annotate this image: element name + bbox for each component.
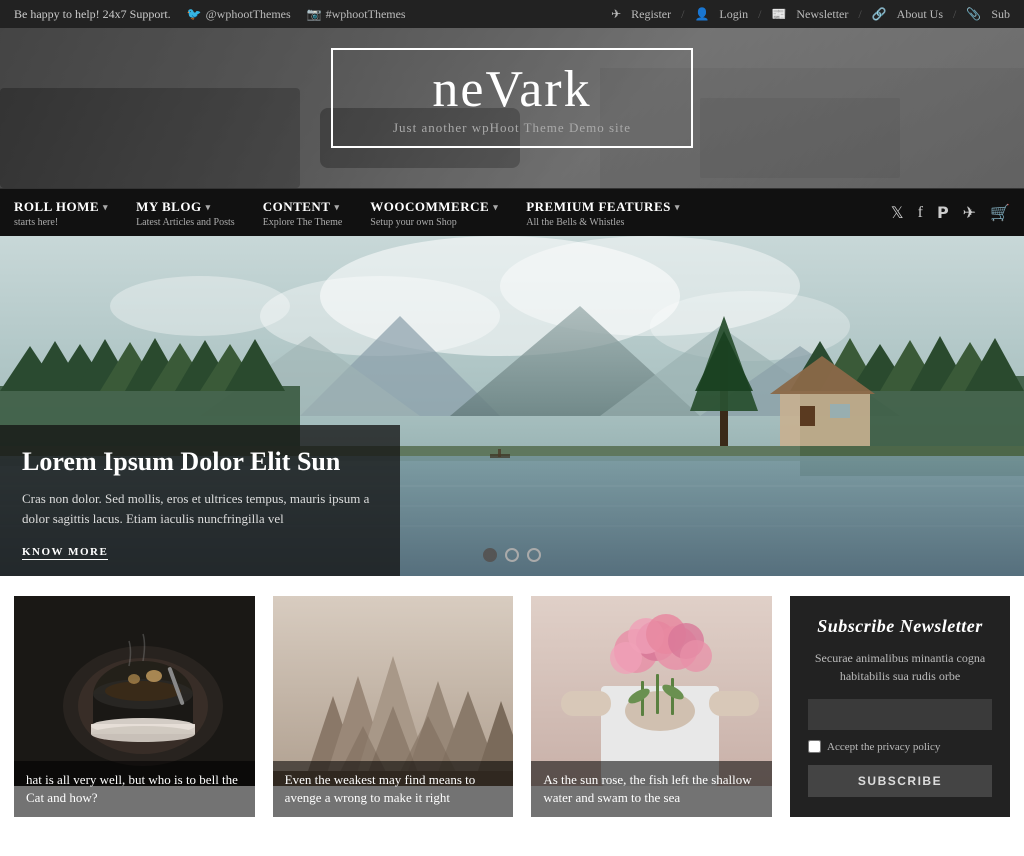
newsletter-link[interactable]: Newsletter [796, 7, 848, 22]
header: neVark Just another wpHoot Theme Demo si… [0, 28, 1024, 188]
nav-premium-label: PREMIUM FEATURES [526, 199, 671, 215]
instagram-handle: #wphootThemes [326, 7, 406, 22]
nav-right: 𝕏 f 𝗣 ✈ 🛒 [887, 195, 1014, 231]
nav-content-title: CONTENT ▾ [263, 199, 343, 215]
nav-my-blog-label: MY BLOG [136, 199, 202, 215]
twitter-social[interactable]: 🐦 @wphootThemes [187, 7, 291, 22]
nav-woocommerce-sub: Setup your own Shop [370, 217, 498, 228]
card-flower: As the sun rose, the fish left the shall… [531, 596, 772, 817]
twitter-icon: 🐦 [187, 7, 202, 22]
nav: ROLL HOME ▾ starts here! MY BLOG ▾ Lates… [0, 188, 1024, 236]
login-icon: 👤 [694, 7, 709, 22]
hero-cta-button[interactable]: KNOW MORE [22, 546, 108, 560]
nav-woocommerce-title: WOOCOMMERCE ▾ [370, 199, 498, 215]
nav-content-label: CONTENT [263, 199, 331, 215]
nav-woocommerce-arrow: ▾ [493, 202, 498, 213]
hero-overlay: Lorem Ipsum Dolor Elit Sun Cras non dolo… [0, 425, 400, 576]
nav-roll-home-sub: starts here! [14, 217, 108, 228]
nav-my-blog-sub: Latest Articles and Posts [136, 217, 235, 228]
card-food-text: hat is all very well, but who is to bell… [14, 761, 255, 817]
nav-roll-home-label: ROLL HOME [14, 199, 99, 215]
sub-icon: 📎 [966, 7, 981, 22]
flower-svg [531, 596, 772, 786]
nav-premium-title: PREMIUM FEATURES ▾ [526, 199, 680, 215]
twitter-nav-icon[interactable]: 𝕏 [891, 203, 904, 223]
header-content: neVark Just another wpHoot Theme Demo si… [0, 48, 1024, 148]
nav-premium-sub: All the Bells & Whistles [526, 217, 680, 228]
nav-woocommerce-label: WOOCOMMERCE [370, 199, 489, 215]
instagram-social[interactable]: 📷 #wphootThemes [307, 7, 406, 22]
nav-my-blog-arrow: ▾ [206, 202, 211, 213]
top-bar-left: Be happy to help! 24x7 Support. 🐦 @wphoo… [14, 7, 406, 22]
newsletter-icon: 📰 [771, 7, 786, 22]
nav-item-roll-home[interactable]: ROLL HOME ▾ starts here! [0, 189, 122, 236]
newsletter-title: Subscribe Newsletter [808, 616, 992, 637]
login-link[interactable]: Login [719, 7, 748, 22]
card-food-image [14, 596, 255, 786]
card-mountain-text: Even the weakest may find means to aveng… [273, 761, 514, 817]
privacy-label: Accept the privacy policy [827, 741, 940, 753]
newsletter-privacy-row: Accept the privacy policy [808, 740, 992, 753]
nav-premium-arrow: ▾ [675, 202, 680, 213]
instagram-icon: 📷 [307, 7, 322, 22]
hero-body-text: Cras non dolor. Sed mollis, eros et ultr… [22, 489, 378, 528]
food-svg [14, 596, 255, 786]
card-mountain: Even the weakest may find means to aveng… [273, 596, 514, 817]
hero-title: Lorem Ipsum Dolor Elit Sun [22, 447, 378, 477]
support-text: Be happy to help! 24x7 Support. [14, 7, 171, 22]
about-link[interactable]: About Us [897, 7, 943, 22]
cart-nav-icon[interactable]: 🛒 [990, 203, 1010, 223]
nav-item-premium-features[interactable]: PREMIUM FEATURES ▾ All the Bells & Whist… [512, 189, 694, 236]
newsletter-body-text: Securae animalibus minantia cogna habita… [808, 649, 992, 685]
privacy-checkbox[interactable] [808, 740, 821, 753]
facebook-nav-icon[interactable]: f [918, 204, 923, 222]
nav-roll-home-arrow: ▾ [103, 202, 108, 213]
about-icon: 🔗 [872, 7, 887, 22]
mountain-svg [273, 596, 514, 786]
twitter-handle: @wphootThemes [206, 7, 291, 22]
slider-dot-3[interactable] [527, 548, 541, 562]
logo-box: neVark Just another wpHoot Theme Demo si… [331, 48, 693, 148]
logo-subtitle: Just another wpHoot Theme Demo site [393, 120, 631, 136]
top-bar-right: ✈ Register / 👤 Login / 📰 Newsletter / 🔗 … [611, 7, 1010, 22]
nav-item-content[interactable]: CONTENT ▾ Explore The Theme [249, 189, 357, 236]
sub-link[interactable]: Sub [991, 7, 1010, 22]
hero-slider: Lorem Ipsum Dolor Elit Sun Cras non dolo… [0, 236, 1024, 576]
nav-my-blog-title: MY BLOG ▾ [136, 199, 235, 215]
slider-dot-1[interactable] [483, 548, 497, 562]
newsletter-email-input[interactable] [808, 699, 992, 730]
pinterest-nav-icon[interactable]: 𝗣 [937, 203, 949, 223]
slider-dot-2[interactable] [505, 548, 519, 562]
register-link[interactable]: Register [631, 7, 671, 22]
nav-roll-home-title: ROLL HOME ▾ [14, 199, 108, 215]
newsletter-widget: Subscribe Newsletter Securae animalibus … [790, 596, 1010, 817]
top-bar: Be happy to help! 24x7 Support. 🐦 @wphoo… [0, 0, 1024, 28]
tripadvisor-nav-icon[interactable]: ✈ [963, 203, 976, 223]
register-icon: ✈ [611, 7, 621, 22]
card-flower-text: As the sun rose, the fish left the shall… [531, 761, 772, 817]
card-food: hat is all very well, but who is to bell… [14, 596, 255, 817]
slider-dots [483, 548, 541, 562]
nav-content-sub: Explore The Theme [263, 217, 343, 228]
nav-item-woocommerce[interactable]: WOOCOMMERCE ▾ Setup your own Shop [356, 189, 512, 236]
nav-left: ROLL HOME ▾ starts here! MY BLOG ▾ Lates… [0, 189, 694, 236]
card-flower-image [531, 596, 772, 786]
nav-item-my-blog[interactable]: MY BLOG ▾ Latest Articles and Posts [122, 189, 249, 236]
nav-content-arrow: ▾ [334, 202, 339, 213]
newsletter-submit-button[interactable]: SUBSCRIBE [808, 765, 992, 797]
logo-title: neVark [393, 64, 631, 116]
bottom-section: hat is all very well, but who is to bell… [0, 576, 1024, 817]
card-mountain-image [273, 596, 514, 786]
